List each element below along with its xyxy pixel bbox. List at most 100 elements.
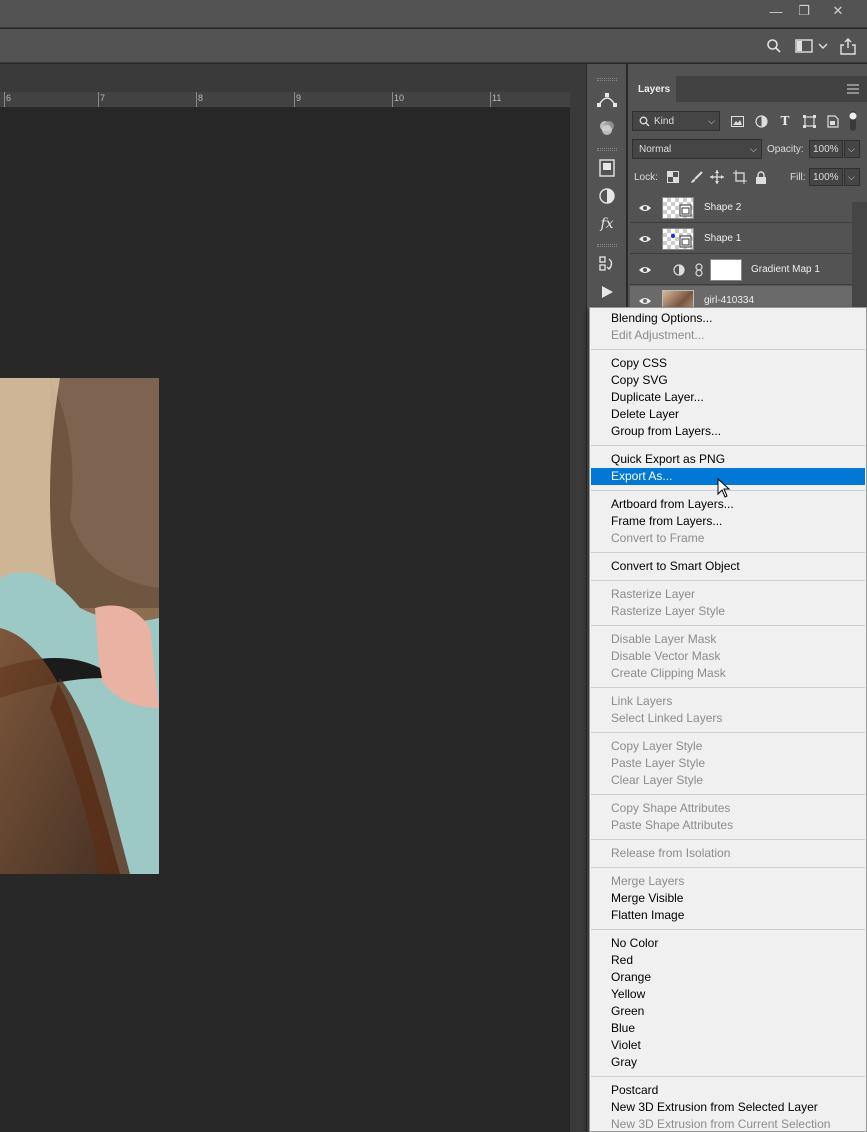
layers-scrollbar[interactable] [852, 202, 867, 312]
menu-item-edit-adjustment[interactable]: Edit Adjustment... [591, 327, 865, 344]
menu-item-disable-layer-mask[interactable]: Disable Layer Mask [591, 631, 865, 648]
menu-item-postcard[interactable]: Postcard [591, 1082, 865, 1099]
menu-item-artboard-from-layers[interactable]: Artboard from Layers... [591, 496, 865, 513]
eye-visibility-icon[interactable] [638, 294, 652, 308]
adjustment-filter-icon[interactable] [753, 113, 769, 129]
opacity-field[interactable]: 100% [809, 140, 843, 158]
menu-item-disable-vector-mask[interactable]: Disable Vector Mask [591, 648, 865, 665]
styles-fx-icon[interactable]: fx [595, 212, 619, 236]
panel-menu-icon[interactable] [846, 81, 860, 97]
document-tab-strip [0, 64, 586, 92]
menu-item-paste-layer-style[interactable]: Paste Layer Style [591, 755, 865, 772]
search-icon[interactable] [764, 36, 784, 56]
menu-item-3d-extrusion-selected-layer[interactable]: New 3D Extrusion from Selected Layer [591, 1099, 865, 1116]
layer-thumbnail [662, 197, 694, 219]
vertical-scrollbar[interactable] [570, 92, 586, 1132]
menu-item-merge-layers[interactable]: Merge Layers [591, 873, 865, 890]
menu-item-select-linked-layers[interactable]: Select Linked Layers [591, 710, 865, 727]
canvas-photo[interactable] [0, 378, 159, 874]
eye-visibility-icon[interactable] [638, 232, 652, 246]
ruler-number: 7 [100, 93, 106, 103]
menu-item-clear-layer-style[interactable]: Clear Layer Style [591, 772, 865, 789]
channels-icon[interactable] [595, 116, 619, 140]
horizontal-ruler: 6 7 8 9 10 11 [0, 92, 570, 108]
layer-row[interactable]: Shape 1 [630, 224, 852, 254]
layer-row[interactable]: Shape 2 [630, 193, 852, 223]
lock-position-move-icon[interactable] [709, 169, 725, 185]
lock-transparent-pixels-icon[interactable] [665, 169, 681, 185]
chevron-down-icon: ⌵ [708, 115, 715, 126]
minimize-icon[interactable]: — [762, 0, 790, 22]
layer-thumbnail [662, 228, 694, 250]
menu-item-frame-from-layers[interactable]: Frame from Layers... [591, 513, 865, 530]
layer-row[interactable]: Gradient Map 1 [630, 255, 852, 285]
menu-item-link-layers[interactable]: Link Layers [591, 693, 865, 710]
menu-item-flatten-image[interactable]: Flatten Image [591, 907, 865, 924]
menu-item-group-from-layers[interactable]: Group from Layers... [591, 423, 865, 440]
menu-item-color-blue[interactable]: Blue [591, 1020, 865, 1037]
menu-item-copy-shape-attributes[interactable]: Copy Shape Attributes [591, 800, 865, 817]
menu-item-quick-export-png[interactable]: Quick Export as PNG [591, 451, 865, 468]
menu-item-color-red[interactable]: Red [591, 952, 865, 969]
menu-item-copy-css[interactable]: Copy CSS [591, 355, 865, 372]
layer-filter-kind[interactable]: Kind ⌵ [632, 111, 720, 131]
menu-item-blending-options[interactable]: Blending Options... [591, 310, 865, 327]
menu-item-color-orange[interactable]: Orange [591, 969, 865, 986]
menu-item-convert-to-smart-object[interactable]: Convert to Smart Object [591, 558, 865, 575]
restore-icon[interactable]: ❐ [790, 0, 818, 22]
menu-item-convert-to-frame[interactable]: Convert to Frame [591, 530, 865, 547]
tab-layers[interactable]: Layers [628, 76, 676, 102]
menu-item-rasterize-layer-style[interactable]: Rasterize Layer Style [591, 603, 865, 620]
history-icon[interactable] [595, 252, 619, 276]
panel-tab-row: Layers [628, 76, 867, 102]
ruler-number: 10 [394, 93, 405, 103]
actions-play-icon[interactable] [595, 280, 619, 304]
menu-item-copy-svg[interactable]: Copy SVG [591, 372, 865, 389]
link-chain-icon[interactable] [694, 263, 704, 277]
menu-item-paste-shape-attributes[interactable]: Paste Shape Attributes [591, 817, 865, 834]
eye-visibility-icon[interactable] [638, 201, 652, 215]
pixel-filter-icon[interactable] [729, 113, 745, 129]
menu-item-release-from-isolation[interactable]: Release from Isolation [591, 845, 865, 862]
opacity-label: Opacity: [767, 144, 804, 155]
type-filter-icon[interactable]: T [777, 113, 793, 129]
lock-artboard-icon[interactable] [732, 169, 748, 185]
menu-item-color-yellow[interactable]: Yellow [591, 986, 865, 1003]
smart-object-filter-icon[interactable] [825, 113, 841, 129]
adjustments-icon[interactable] [595, 184, 619, 208]
search-icon [639, 116, 650, 126]
menu-item-color-violet[interactable]: Violet [591, 1037, 865, 1054]
menu-item-delete-layer[interactable]: Delete Layer [591, 406, 865, 423]
fill-field[interactable]: 100% [809, 168, 843, 186]
workspace-icon[interactable] [794, 36, 814, 56]
menu-item-color-green[interactable]: Green [591, 1003, 865, 1020]
chevron-down-icon[interactable] [816, 36, 830, 56]
menu-item-duplicate-layer[interactable]: Duplicate Layer... [591, 389, 865, 406]
share-icon[interactable] [838, 36, 858, 56]
menu-item-rasterize-layer[interactable]: Rasterize Layer [591, 586, 865, 603]
lock-all-icon[interactable] [753, 169, 769, 185]
eye-visibility-icon[interactable] [638, 263, 652, 277]
filter-toggle[interactable] [848, 110, 858, 132]
ruler-number: 6 [6, 93, 12, 103]
menu-item-merge-visible[interactable]: Merge Visible [591, 890, 865, 907]
filter-kind-label: Kind [654, 115, 675, 127]
layer-name: Gradient Map 1 [751, 264, 820, 275]
shape-filter-icon[interactable] [801, 113, 817, 129]
layer-mask-thumbnail[interactable] [710, 259, 742, 281]
opacity-dropdown-chevron-icon[interactable]: ⌵ [844, 140, 860, 158]
menu-item-3d-extrusion-current-selection[interactable]: New 3D Extrusion from Current Selection [591, 1116, 865, 1132]
close-icon[interactable]: ✕ [824, 0, 852, 22]
lock-image-pixels-brush-icon[interactable] [688, 169, 704, 185]
menu-item-copy-layer-style[interactable]: Copy Layer Style [591, 738, 865, 755]
menu-item-color-gray[interactable]: Gray [591, 1054, 865, 1071]
adjustment-layer-icon [672, 263, 686, 277]
libraries-icon[interactable] [595, 156, 619, 180]
fill-dropdown-chevron-icon[interactable]: ⌵ [844, 168, 860, 186]
layer-name: Shape 2 [704, 202, 742, 213]
ruler-number: 8 [198, 93, 204, 103]
paths-icon[interactable] [595, 88, 619, 112]
menu-item-color-none[interactable]: No Color [591, 935, 865, 952]
blend-mode-select[interactable]: Normal ⌵ [632, 139, 762, 159]
menu-item-create-clipping-mask[interactable]: Create Clipping Mask [591, 665, 865, 682]
